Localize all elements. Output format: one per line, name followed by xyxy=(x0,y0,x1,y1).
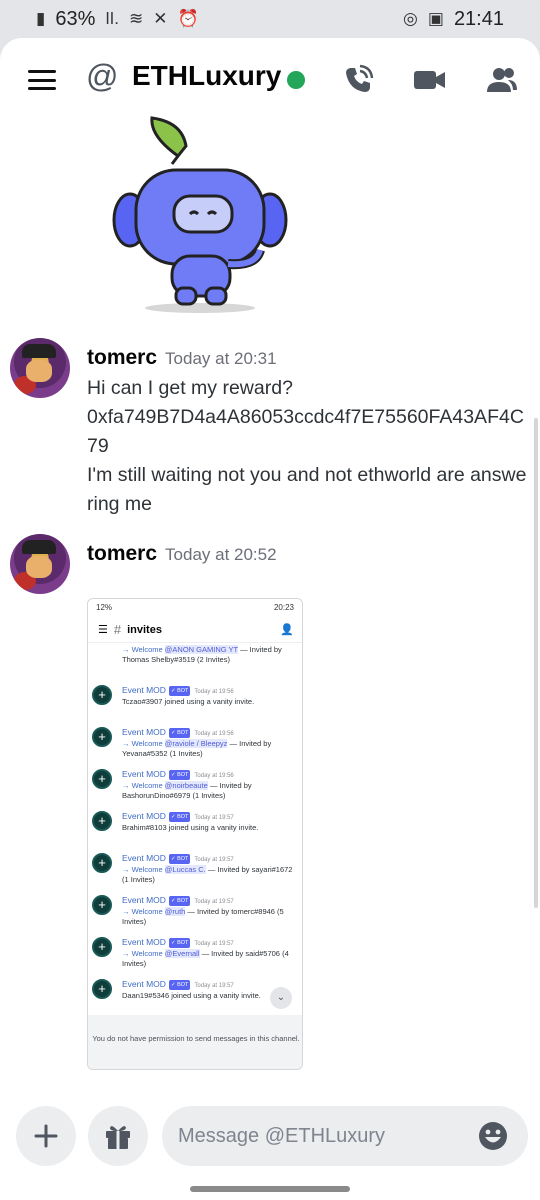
bot-badge: ✓ BOT xyxy=(168,770,191,780)
attachment-timestamp: Today at 19:57 xyxy=(194,983,234,989)
message-input[interactable] xyxy=(178,1106,468,1166)
attachment-timestamp: Today at 19:57 xyxy=(194,941,234,947)
bot-badge: ✓ BOT xyxy=(168,728,191,738)
attachment-timestamp: Today at 19:57 xyxy=(194,899,234,905)
message-author[interactable]: tomerc Today at 20:31 xyxy=(87,346,277,370)
bot-badge: ✓ BOT xyxy=(168,896,191,906)
hash-icon: # xyxy=(113,622,122,637)
video-call-button[interactable] xyxy=(410,60,450,100)
attachment-message: + Event MOD ✓ BOT Today at 19:57 → Welcome @… xyxy=(88,933,302,975)
clock: 21:41 xyxy=(453,7,504,30)
bot-name: Event MOD xyxy=(122,811,166,821)
scrollbar[interactable] xyxy=(534,418,538,908)
image-attachment[interactable]: 12% 20:23 ☰ # invites 👤 → Welcome @ANON G… xyxy=(87,598,303,1070)
message-timestamp: Today at 20:31 xyxy=(165,349,277,368)
attachment-message-text: → Welcome @ruth — Invited by tomerc#8946… xyxy=(122,907,284,926)
mute-icon: ✕ xyxy=(153,9,168,28)
battery-icon: ▮ xyxy=(36,9,46,28)
gesture-bar[interactable] xyxy=(190,1186,350,1192)
attachment-message: + Event MOD ✓ BOT Today at 19:57 → Welcome @… xyxy=(88,849,302,891)
attachment-message: + Event MOD ✓ BOT Today at 19:57 Brahim#8103… xyxy=(88,807,302,849)
message-composer xyxy=(0,1096,540,1200)
bot-badge: ✓ BOT xyxy=(168,854,191,864)
message-line: 0xfa749B7D4a4A86053ccdc4f7E75560FA43AF4C… xyxy=(87,406,524,457)
attachment-message-text: Brahim#8103 joined using a vanity invite… xyxy=(122,823,259,832)
bot-name: Event MOD xyxy=(122,937,166,947)
attachment-timestamp: Today at 19:56 xyxy=(194,731,234,737)
attachment-message-text: → Welcome @raviole / Bleepyz — Invited b… xyxy=(122,739,272,758)
bot-name: Event MOD xyxy=(122,685,166,695)
battery-percent: 63% xyxy=(55,7,96,30)
online-status-icon xyxy=(287,71,305,89)
attachment-channel-header: ☰ # invites 👤 xyxy=(88,617,302,643)
video-camera-icon xyxy=(414,71,445,89)
phone-call-icon xyxy=(346,64,374,92)
gallery-icon: ▣ xyxy=(427,9,444,28)
no-permission-notice: You do not have permission to send messa… xyxy=(88,1015,302,1069)
attachment-message-text: → Welcome @noirbeaute — Invited by Basho… xyxy=(122,781,252,800)
attachment-message-text: → Welcome @Luccas C. — Invited by sayari… xyxy=(122,865,293,884)
bot-badge: ✓ BOT xyxy=(168,980,191,990)
attachment-timestamp: Today at 19:56 xyxy=(194,773,234,779)
chevron-down-icon: ⌄ xyxy=(270,987,292,1009)
bot-avatar: + xyxy=(92,937,112,957)
message-content: Hi can I get my reward? 0xfa749B7D4a4A86… xyxy=(87,374,527,519)
attachment-status-bar: 12% 20:23 xyxy=(88,599,302,617)
people-icon xyxy=(487,68,517,92)
message-timestamp: Today at 20:52 xyxy=(165,545,277,564)
gift-button[interactable] xyxy=(88,1106,148,1166)
attachment-message-text: Tczao#3907 joined using a vanity invite. xyxy=(122,697,255,706)
emoji-icon[interactable] xyxy=(478,1121,508,1151)
message-line: I'm still waiting not you and not ethwor… xyxy=(87,464,527,515)
attachment-message: + Event MOD ✓ BOT Today at 19:56 → Welcome @… xyxy=(88,723,302,765)
dm-screen: @ ETHLuxury tomerc Today at 20:31 Hi can… xyxy=(0,38,540,1200)
attachment-timestamp: Today at 19:57 xyxy=(194,857,234,863)
menu-icon[interactable] xyxy=(28,70,56,90)
bot-name: Event MOD xyxy=(122,853,166,863)
bot-avatar: + xyxy=(92,769,112,789)
attachment-timestamp: Today at 19:57 xyxy=(194,815,234,821)
at-icon: @ xyxy=(86,58,119,94)
whatsapp-icon: ◎ xyxy=(403,9,418,28)
alarm-icon: ⏰ xyxy=(177,9,199,28)
add-attachment-button[interactable] xyxy=(16,1106,76,1166)
bot-name: Event MOD xyxy=(122,979,166,989)
attachment-message: + Event MOD ✓ BOT Today at 19:56 → Welcome @… xyxy=(88,765,302,807)
attachment-message-text: → Welcome @Evernall — Invited by said#57… xyxy=(122,949,289,968)
dm-title[interactable]: ETHLuxury xyxy=(132,60,281,92)
bot-badge: ✓ BOT xyxy=(168,686,191,696)
people-icon: 👤 xyxy=(280,624,294,636)
bot-avatar: + xyxy=(92,727,112,747)
attachment-channel-name: invites xyxy=(127,623,162,636)
avatar[interactable] xyxy=(10,338,70,398)
bot-avatar: + xyxy=(92,853,112,873)
bot-avatar: + xyxy=(92,685,112,705)
bot-avatar: + xyxy=(92,811,112,831)
message-author[interactable]: tomerc Today at 20:52 xyxy=(87,542,277,566)
attachment-message: + Event MOD ✓ BOT Today at 19:56 Tczao#3907 … xyxy=(88,681,302,723)
bot-avatar: + xyxy=(92,895,112,915)
avatar[interactable] xyxy=(10,534,70,594)
attachment-message: → Welcome @ANON GAMING YT — Invited by T… xyxy=(122,645,282,664)
bot-badge: ✓ BOT xyxy=(168,938,191,948)
bot-avatar: + xyxy=(92,979,112,999)
wumpus-sticker[interactable] xyxy=(110,116,290,316)
bot-name: Event MOD xyxy=(122,727,166,737)
plus-icon xyxy=(34,1124,58,1148)
wifi-icon: ≋ xyxy=(128,9,144,28)
attachment-timestamp: Today at 19:56 xyxy=(194,689,234,695)
bot-name: Event MOD xyxy=(122,895,166,905)
status-bar: ▮ 63% ǀǀ. ≋ ✕ ⏰ ◎ ▣ 21:41 xyxy=(0,0,540,38)
message-line: Hi can I get my reward? xyxy=(87,377,293,399)
voice-call-button[interactable] xyxy=(338,60,378,100)
signal-icon: ǀǀ. xyxy=(105,9,119,28)
gift-icon xyxy=(106,1126,130,1149)
menu-icon: ☰ xyxy=(98,624,108,636)
message-input-wrapper xyxy=(162,1106,528,1166)
bot-name: Event MOD xyxy=(122,769,166,779)
channel-header: @ ETHLuxury xyxy=(0,38,540,120)
members-button[interactable] xyxy=(482,60,522,100)
attachment-message: + Event MOD ✓ BOT Today at 19:57 → Welcome @… xyxy=(88,891,302,933)
bot-badge: ✓ BOT xyxy=(168,812,191,822)
